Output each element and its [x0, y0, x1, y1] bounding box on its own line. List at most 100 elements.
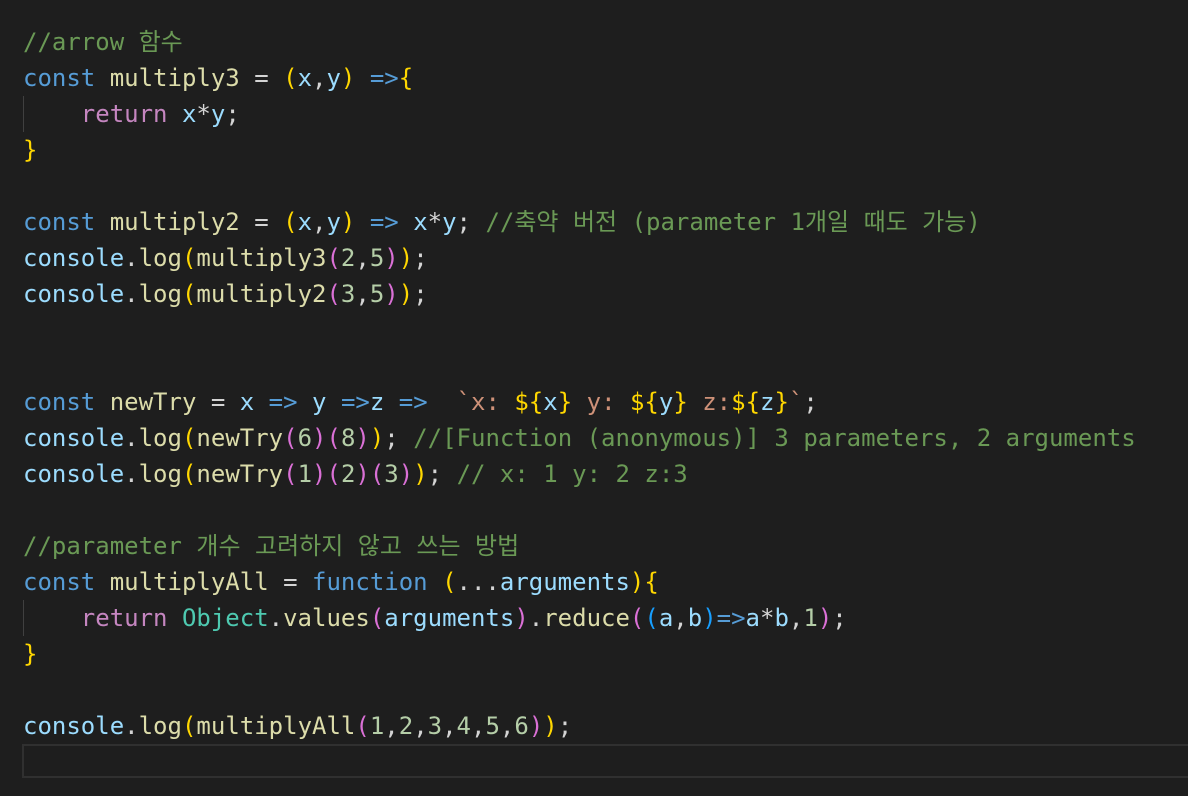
code-token: y	[326, 208, 341, 236]
code-token: const	[23, 388, 96, 416]
code-line[interactable]: const multiply3 = (x,y) =>{	[23, 60, 1188, 96]
code-token: }	[774, 388, 789, 416]
code-line[interactable]: const newTry = x => y =>z => `x: ${x} y:…	[23, 384, 1188, 420]
code-token: )	[384, 244, 399, 272]
code-line[interactable]: return x*y;	[23, 96, 1188, 132]
code-token: ;	[456, 208, 486, 236]
code-token: (	[326, 460, 341, 488]
code-token: multiply3	[196, 244, 327, 272]
code-token: x	[413, 208, 428, 236]
code-token: reduce	[543, 604, 630, 632]
code-token: return	[80, 100, 168, 128]
code-line[interactable]	[23, 672, 1188, 708]
code-token: .	[124, 712, 139, 740]
code-line[interactable]: }	[23, 132, 1188, 168]
code-token: (	[283, 64, 298, 92]
code-line[interactable]: return Object.values(arguments).reduce((…	[23, 600, 1188, 636]
code-token: z	[760, 388, 775, 416]
code-line[interactable]: const multiplyAll = function (...argumen…	[23, 564, 1188, 600]
code-line[interactable]: //arrow 함수	[23, 24, 1188, 60]
code-token: )	[629, 568, 645, 596]
code-token: =>	[268, 388, 298, 416]
indent-guide	[23, 96, 24, 132]
code-line[interactable]: console.log(multiply2(3,5));	[23, 276, 1188, 312]
code-token: (	[326, 244, 341, 272]
code-token: multiplyAll	[196, 712, 356, 740]
code-token: ,	[413, 712, 428, 740]
code-token: {	[398, 64, 414, 92]
code-line[interactable]: //parameter 개수 고려하지 않고 쓰는 방법	[23, 528, 1188, 564]
code-token: ,	[355, 280, 370, 308]
code-area[interactable]: //arrow 함수 const multiply3 = (x,y) =>{ re…	[22, 24, 1188, 778]
code-line[interactable]: console.log(newTry(6)(8)); //[Function (…	[23, 420, 1188, 456]
code-token: log	[138, 424, 182, 452]
code-token: ${	[629, 388, 659, 416]
current-line[interactable]	[22, 744, 1188, 778]
code-token: =	[239, 64, 284, 92]
code-token: ,	[384, 712, 399, 740]
code-token: 2	[340, 244, 356, 272]
code-token: .	[124, 280, 139, 308]
indent-guide	[23, 600, 24, 636]
code-token: multiply2	[196, 280, 327, 308]
code-token: log	[138, 460, 182, 488]
code-token: const	[23, 64, 96, 92]
code-token: function	[312, 568, 428, 596]
code-line[interactable]: console.log(multiplyAll(1,2,3,4,5,6));	[23, 708, 1188, 744]
code-line[interactable]: console.log(newTry(1)(2)(3)); // x: 1 y:…	[23, 456, 1188, 492]
code-line[interactable]	[23, 492, 1188, 528]
code-line[interactable]	[23, 312, 1188, 348]
code-token: (	[283, 208, 298, 236]
code-token: ;	[557, 712, 573, 740]
code-token: x	[543, 388, 558, 416]
code-token: 3	[427, 712, 443, 740]
code-token: y:	[572, 388, 630, 416]
code-editor[interactable]: //arrow 함수 const multiply3 = (x,y) =>{ re…	[0, 0, 1188, 796]
code-token: )	[355, 424, 370, 452]
code-token: 2	[398, 712, 414, 740]
code-token: 5	[369, 244, 385, 272]
code-token: .	[124, 460, 139, 488]
code-token: ,	[673, 604, 688, 632]
code-line[interactable]: console.log(multiply3(2,5));	[23, 240, 1188, 276]
code-token: return	[80, 604, 168, 632]
code-line[interactable]	[23, 348, 1188, 384]
code-token: 8	[340, 424, 356, 452]
code-token: 3	[340, 280, 356, 308]
code-token: y	[326, 64, 341, 92]
code-token: x	[297, 64, 313, 92]
code-token: x	[297, 208, 313, 236]
code-token: console	[23, 244, 125, 272]
code-token: newTry	[196, 424, 284, 452]
code-token: )	[340, 64, 356, 92]
code-line[interactable]	[23, 168, 1188, 204]
code-token: ;	[803, 388, 818, 416]
code-token: (	[355, 712, 370, 740]
code-line[interactable]: const multiply2 = (x,y) => x*y; //축약 버전 …	[23, 204, 1188, 240]
code-token: 6	[514, 712, 529, 740]
code-token: )	[312, 460, 327, 488]
code-token: )	[514, 604, 529, 632]
code-line[interactable]: }	[23, 636, 1188, 672]
code-token: }	[23, 640, 38, 668]
code-token: (	[644, 604, 659, 632]
code-token: values	[283, 604, 370, 632]
code-token: )	[398, 280, 414, 308]
code-token: )	[413, 460, 428, 488]
code-token: (	[181, 244, 197, 272]
code-token: //arrow 함수	[23, 28, 183, 56]
code-token: console	[23, 280, 125, 308]
code-token: =	[239, 208, 284, 236]
code-token: 1	[297, 460, 313, 488]
code-token: 1	[803, 604, 818, 632]
code-token: *	[196, 100, 211, 128]
code-token: Object	[181, 604, 269, 632]
code-token: =>	[398, 388, 428, 416]
code-token: )	[340, 208, 356, 236]
